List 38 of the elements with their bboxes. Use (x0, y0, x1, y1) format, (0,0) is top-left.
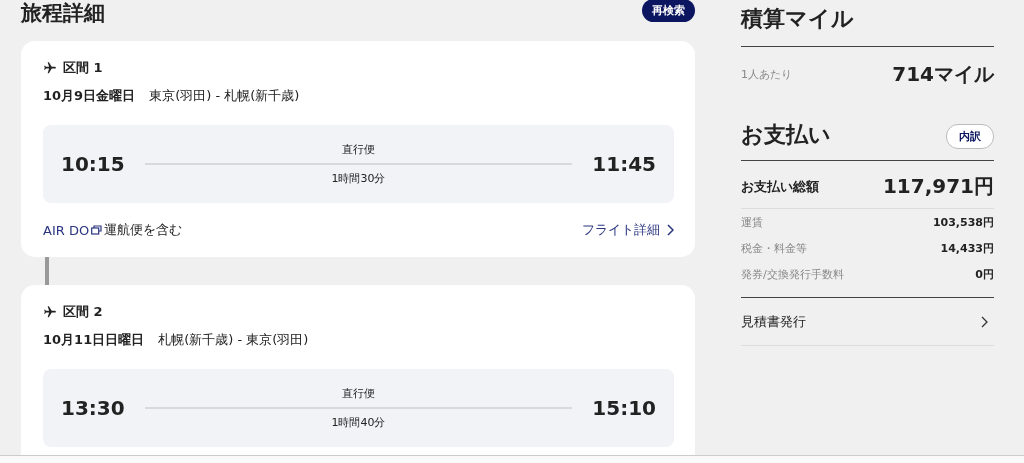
chevron-icon (666, 224, 674, 236)
flight-date: 10月9日金曜日 (43, 87, 136, 105)
fee-amount: 14,433円 (940, 240, 994, 256)
arrival-time: 15:10 (592, 396, 656, 420)
flight-route: 札幌(新千歳) - 東京(羽田) (158, 331, 309, 349)
fee-amount: 0円 (975, 266, 994, 282)
miles-title: 積算マイル (741, 5, 855, 33)
arrival-time: 11:45 (592, 152, 656, 176)
page-title: 旅程詳細 (21, 0, 105, 26)
fee-label: 発券/交換発行手数料 (741, 266, 844, 282)
chevron-icon (980, 315, 988, 328)
total-amount: 117,971円 (882, 173, 994, 200)
flight-type: 直行便 (342, 386, 375, 401)
per-person-label: 1人あたり (741, 67, 792, 82)
total-label: お支払い総額 (741, 177, 819, 196)
flight-duration: 1時間30分 (331, 171, 386, 186)
fee-label: 運賃 (741, 214, 763, 230)
research-button[interactable]: 再検索 (642, 0, 695, 22)
airplane-icon (43, 61, 57, 75)
flight-details-link[interactable]: フライト詳細 (582, 221, 674, 239)
operator-note: 運航便を含む (104, 221, 183, 239)
operator-link[interactable]: AIR DO (43, 222, 90, 238)
breakdown-button[interactable]: 内訳 (946, 123, 994, 149)
segment-label: 区間 2 (63, 303, 103, 321)
payment-title: お支払い (741, 121, 831, 149)
fee-amount: 103,538円 (932, 214, 994, 230)
flight-duration: 1時間40分 (331, 415, 386, 430)
quote-link[interactable]: 見積書発行 (741, 298, 994, 345)
flight-route: 東京(羽田) - 札幌(新千歳) (149, 87, 300, 105)
airplane-icon (43, 305, 57, 319)
miles-value: 714マイル (892, 61, 994, 88)
departure-time: 10:15 (61, 152, 125, 176)
flight-type: 直行便 (342, 142, 375, 157)
fee-label: 税金・料金等 (741, 240, 807, 256)
departure-time: 13:30 (61, 396, 125, 420)
external-link-icon (91, 225, 103, 235)
flight-date: 10月11日日曜日 (43, 331, 145, 349)
segment-label: 区間 1 (63, 59, 103, 77)
